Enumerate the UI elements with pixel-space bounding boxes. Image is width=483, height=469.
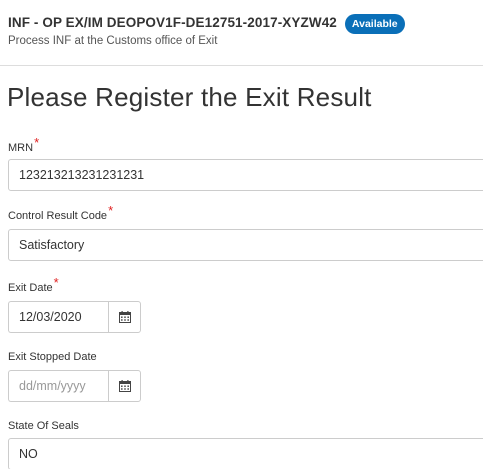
exit-date-picker-button[interactable] [108, 301, 141, 333]
task-header: INF - OP EX/IM DEOPOV1F-DE12751-2017-XYZ… [8, 12, 483, 47]
exit-stopped-date-picker-button[interactable] [108, 370, 141, 402]
exit-date-input[interactable]: 12/03/2020 [8, 301, 108, 333]
task-subtitle: Process INF at the Customs office of Exi… [8, 35, 218, 47]
exit-date-value: 12/03/2020 [19, 310, 82, 324]
exit-stopped-date-placeholder: dd/mm/yyyy [19, 379, 86, 393]
exit-date-label-text: Exit Date [8, 282, 53, 294]
status-badge: Available [344, 14, 405, 34]
mrn-input[interactable]: 123213213231231231 [8, 159, 483, 191]
state-of-seals-label: State Of Seals [8, 420, 79, 432]
exit-date-group: 12/03/2020 [8, 301, 141, 333]
calendar-icon [118, 380, 131, 392]
task-title: INF - OP EX/IM DEOPOV1F-DE12751-2017-XYZ… [8, 14, 337, 30]
calendar-icon [118, 311, 131, 323]
exit-stopped-date-input[interactable]: dd/mm/yyyy [8, 370, 108, 402]
exit-stopped-date-label: Exit Stopped Date [8, 351, 97, 363]
exit-date-required-marker: * [53, 275, 59, 290]
exit-stopped-date-label-text: Exit Stopped Date [8, 351, 97, 363]
mrn-label: MRN* [8, 135, 39, 154]
exit-date-label: Exit Date* [8, 275, 59, 294]
form-title: Please Register the Exit Result [7, 82, 372, 112]
mrn-label-text: MRN [8, 142, 34, 154]
state-of-seals-select[interactable]: NO [8, 438, 483, 469]
exit-stopped-date-group: dd/mm/yyyy [8, 370, 141, 402]
mrn-value: 123213213231231231 [19, 168, 145, 182]
control-result-code-required-marker: * [108, 203, 114, 218]
control-result-code-label-text: Control Result Code [8, 210, 108, 222]
mrn-required-marker: * [34, 135, 40, 150]
state-of-seals-value: NO [19, 447, 38, 461]
control-result-code-label: Control Result Code* [8, 203, 113, 222]
task-header-row: INF - OP EX/IM DEOPOV1F-DE12751-2017-XYZ… [8, 12, 483, 34]
header-divider [0, 65, 483, 66]
state-of-seals-label-text: State Of Seals [8, 420, 79, 432]
control-result-code-select[interactable]: Satisfactory [8, 229, 483, 261]
exit-result-page: INF - OP EX/IM DEOPOV1F-DE12751-2017-XYZ… [0, 0, 483, 469]
control-result-code-value: Satisfactory [19, 238, 85, 252]
